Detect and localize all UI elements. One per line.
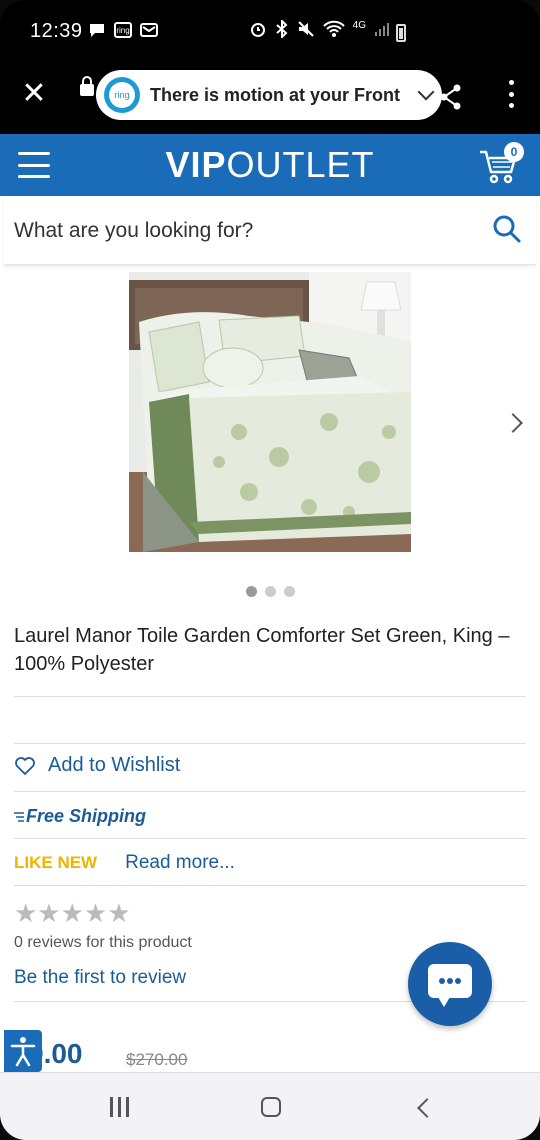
divider [14,838,526,839]
notification-text: There is motion at your Front [150,84,401,105]
search-icon[interactable] [492,214,522,244]
add-to-wishlist-button[interactable]: Add to Wishlist [14,754,180,777]
lock-icon [80,76,94,96]
mute-icon [297,21,314,37]
status-left-icons: ring [88,22,158,38]
divider [14,885,526,886]
site-header: VIPOUTLET 0 [0,134,540,196]
condition-badge: LIKE NEW [14,853,98,872]
read-more-link[interactable]: Read more... [125,852,235,874]
cart-button[interactable]: 0 [478,142,524,186]
ring-app-icon: ring [104,77,140,113]
site-logo[interactable]: VIPOUTLET [0,144,540,186]
network-type: 4G [352,19,366,31]
speed-lines-icon [14,811,24,822]
search-bar [4,196,536,265]
ring-notification[interactable]: ring There is motion at your Front [96,70,442,120]
battery-icon [396,24,406,42]
free-shipping-badge: Free Shipping [14,806,146,827]
pagination-dot-1[interactable] [245,586,257,597]
mail-icon [140,23,158,37]
status-time: 12:39 [30,20,83,42]
image-pagination [0,586,540,597]
next-image-arrow[interactable] [503,413,523,433]
status-bar: 12:39 ring 4G [0,0,540,62]
back-icon[interactable] [417,1098,437,1118]
wifi-icon [322,20,345,37]
accessibility-icon [10,1037,36,1067]
original-price: $270.00 [126,1050,188,1069]
search-input[interactable] [12,214,486,248]
close-icon[interactable]: ✕ [20,79,48,109]
pagination-dot-3[interactable] [283,586,295,597]
share-icon[interactable] [440,84,462,110]
product-title: Laurel Manor Toile Garden Comforter Set … [14,625,510,675]
home-icon[interactable] [261,1097,281,1117]
ring-icon: ring [114,22,132,38]
accessibility-button[interactable] [4,1030,42,1072]
chat-button[interactable] [408,942,492,1026]
wishlist-label: Add to Wishlist [48,754,181,776]
status-right-icons: 4G [249,20,390,38]
rating-stars: ★★★★★ [14,898,131,928]
alarm-icon [250,23,265,37]
more-vert-icon[interactable] [508,80,514,108]
system-nav-bar [0,1072,540,1140]
phone-screen: 12:39 ring 4G ✕ ring There is motion at … [0,0,540,1140]
reviews-count: 0 reviews for this product [14,934,192,951]
cart-count-badge: 0 [504,142,524,162]
web-page: VIPOUTLET 0 What are you looking for? La… [0,134,540,1072]
condition-row: LIKE NEW Read more... [14,852,235,874]
chevron-down-icon[interactable] [417,83,435,101]
product-image[interactable] [129,272,411,552]
chat-icon [428,964,472,1007]
bluetooth-icon [275,20,288,38]
chat-icon [90,24,104,37]
divider [14,696,526,697]
signal-icon [375,23,389,36]
first-review-link[interactable]: Be the first to review [14,967,186,989]
divider [14,743,526,744]
recent-apps-icon[interactable] [110,1097,129,1117]
pagination-dot-2[interactable] [264,586,276,597]
divider [14,791,526,792]
browser-toolbar: ✕ ring There is motion at your Front [0,62,540,134]
heart-icon [15,756,35,775]
